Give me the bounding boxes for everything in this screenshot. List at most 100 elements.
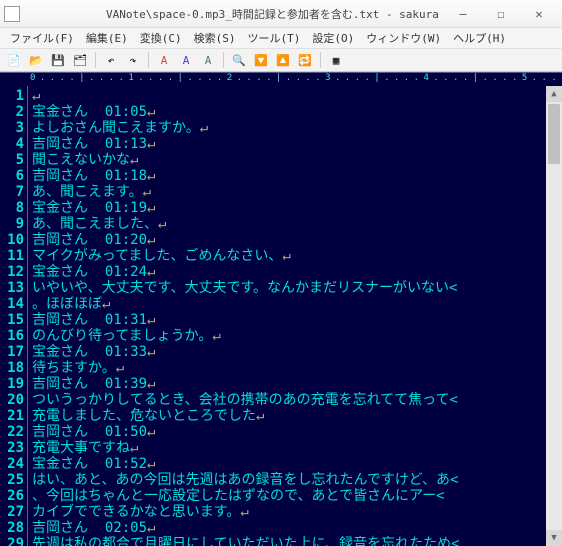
text-line[interactable]: 宝金さん 01:52↵ [32, 456, 562, 472]
separator [223, 52, 224, 68]
text-line[interactable]: 充電大事ですね↵ [32, 440, 562, 456]
menu-tool[interactable]: ツール(T) [242, 28, 307, 48]
text-line[interactable]: あ、聞こえます。↵ [32, 184, 562, 200]
text-line[interactable]: 充電しました、危ないところでした↵ [32, 408, 562, 424]
titlebar: VANote\space-0.mp3_時間記録と参加者を含む.txt - sak… [0, 0, 562, 28]
editor-area: 1234567891011121314151617181920212223242… [0, 86, 562, 546]
text-line[interactable]: 宝金さん 01:05↵ [32, 104, 562, 120]
scroll-thumb[interactable] [548, 104, 560, 164]
text-line[interactable]: 聞こえないかな↵ [32, 152, 562, 168]
text-line[interactable]: よしおさん聞こえますか。↵ [32, 120, 562, 136]
text-line[interactable]: ついうっかりしてるとき、会社の携帯のあの充電を忘れてて焦って< [32, 392, 562, 408]
text-line[interactable]: 待ちますか。↵ [32, 360, 562, 376]
line-number: 5 [0, 152, 27, 168]
toolbar: 📄 📂 💾 🗂 ↶ ↷ A A A 🔍 🔽 🔼 🔁 ▦ [0, 48, 562, 72]
close-button[interactable]: ✕ [520, 3, 558, 25]
save-icon[interactable]: 💾 [48, 50, 68, 70]
text-line[interactable]: 宝金さん 01:33↵ [32, 344, 562, 360]
line-number: 23 [0, 440, 27, 456]
line-number: 17 [0, 344, 27, 360]
text-line[interactable]: 宝金さん 01:24↵ [32, 264, 562, 280]
line-number: 2 [0, 104, 27, 120]
text-line[interactable]: 吉岡さん 01:13↵ [32, 136, 562, 152]
line-number: 11 [0, 248, 27, 264]
line-number: 13 [0, 280, 27, 296]
ruler: 0 . . . . | . . . . 1 . . . . | . . . . … [0, 72, 562, 86]
new-icon[interactable]: 📄 [4, 50, 24, 70]
text-line[interactable]: いやいや、大丈夫です、大丈夫です。なんかまだリスナーがいない< [32, 280, 562, 296]
line-number: 25 [0, 472, 27, 488]
text-line[interactable]: 、今回はちゃんと一応設定したはずなので、あとで皆さんにアー< [32, 488, 562, 504]
text-line[interactable]: 吉岡さん 01:18↵ [32, 168, 562, 184]
text-line[interactable]: 吉岡さん 01:50↵ [32, 424, 562, 440]
line-number: 29 [0, 536, 27, 546]
saveall-icon[interactable]: 🗂 [70, 50, 90, 70]
line-number: 7 [0, 184, 27, 200]
text-line[interactable]: マイクがみってました、ごめんなさい、↵ [32, 248, 562, 264]
line-number: 8 [0, 200, 27, 216]
text-line[interactable]: ↵ [32, 88, 562, 104]
text-line[interactable]: 宝金さん 01:19↵ [32, 200, 562, 216]
line-number: 22 [0, 424, 27, 440]
text-line[interactable]: 吉岡さん 01:31↵ [32, 312, 562, 328]
undo-icon[interactable]: ↶ [101, 50, 121, 70]
line-number: 14 [0, 296, 27, 312]
search-down-icon[interactable]: 🔽 [251, 50, 271, 70]
window-title: VANote\space-0.mp3_時間記録と参加者を含む.txt - sak… [26, 6, 444, 22]
a2-icon[interactable]: A [176, 50, 196, 70]
replace-icon[interactable]: 🔁 [295, 50, 315, 70]
app-icon [4, 6, 20, 22]
line-number: 20 [0, 392, 27, 408]
maximize-button[interactable]: ☐ [482, 3, 520, 25]
redo-icon[interactable]: ↷ [123, 50, 143, 70]
vertical-scrollbar[interactable]: ▲ ▼ [546, 86, 562, 546]
text-line[interactable]: カイブでできるかなと思います。↵ [32, 504, 562, 520]
text-line[interactable]: 吉岡さん 01:39↵ [32, 376, 562, 392]
line-number: 26 [0, 488, 27, 504]
search-icon[interactable]: 🔍 [229, 50, 249, 70]
scroll-down-icon[interactable]: ▼ [546, 530, 562, 546]
window-controls: — ☐ ✕ [444, 3, 558, 25]
line-number: 4 [0, 136, 27, 152]
line-number: 15 [0, 312, 27, 328]
separator [320, 52, 321, 68]
menu-help[interactable]: ヘルプ(H) [447, 28, 512, 48]
text-line[interactable]: 先週は私の都合で月曜日にしていただいた上に、録音を忘れたため< [32, 536, 562, 546]
line-number: 1 [0, 88, 27, 104]
text-line[interactable]: 吉岡さん 02:05↵ [32, 520, 562, 536]
line-number: 21 [0, 408, 27, 424]
line-number: 24 [0, 456, 27, 472]
menu-file[interactable]: ファイル(F) [4, 28, 80, 48]
text-line[interactable]: 。ほぼほぼ↵ [32, 296, 562, 312]
line-number: 12 [0, 264, 27, 280]
search-up-icon[interactable]: 🔼 [273, 50, 293, 70]
separator [148, 52, 149, 68]
separator [95, 52, 96, 68]
text-content[interactable]: ↵宝金さん 01:05↵よしおさん聞こえますか。↵吉岡さん 01:13↵聞こえな… [28, 86, 562, 546]
line-number: 6 [0, 168, 27, 184]
line-number-gutter: 1234567891011121314151617181920212223242… [0, 86, 28, 546]
menu-search[interactable]: 検索(S) [188, 28, 242, 48]
a1-icon[interactable]: A [154, 50, 174, 70]
line-number: 19 [0, 376, 27, 392]
line-number: 3 [0, 120, 27, 136]
line-number: 10 [0, 232, 27, 248]
minimize-button[interactable]: — [444, 3, 482, 25]
open-icon[interactable]: 📂 [26, 50, 46, 70]
menu-edit[interactable]: 編集(E) [80, 28, 134, 48]
text-line[interactable]: はい、あと、あの今回は先週はあの録音をし忘れたんですけど、あ< [32, 472, 562, 488]
scroll-up-icon[interactable]: ▲ [546, 86, 562, 102]
line-number: 16 [0, 328, 27, 344]
menubar: ファイル(F) 編集(E) 変換(C) 検索(S) ツール(T) 設定(O) ウ… [0, 28, 562, 48]
a3-icon[interactable]: A [198, 50, 218, 70]
menu-setting[interactable]: 設定(O) [306, 28, 360, 48]
extra-icon[interactable]: ▦ [326, 50, 346, 70]
line-number: 28 [0, 520, 27, 536]
line-number: 18 [0, 360, 27, 376]
menu-convert[interactable]: 変換(C) [134, 28, 188, 48]
menu-window[interactable]: ウィンドウ(W) [360, 28, 447, 48]
line-number: 27 [0, 504, 27, 520]
text-line[interactable]: あ、聞こえました、↵ [32, 216, 562, 232]
text-line[interactable]: のんびり待ってましょうか。↵ [32, 328, 562, 344]
text-line[interactable]: 吉岡さん 01:20↵ [32, 232, 562, 248]
